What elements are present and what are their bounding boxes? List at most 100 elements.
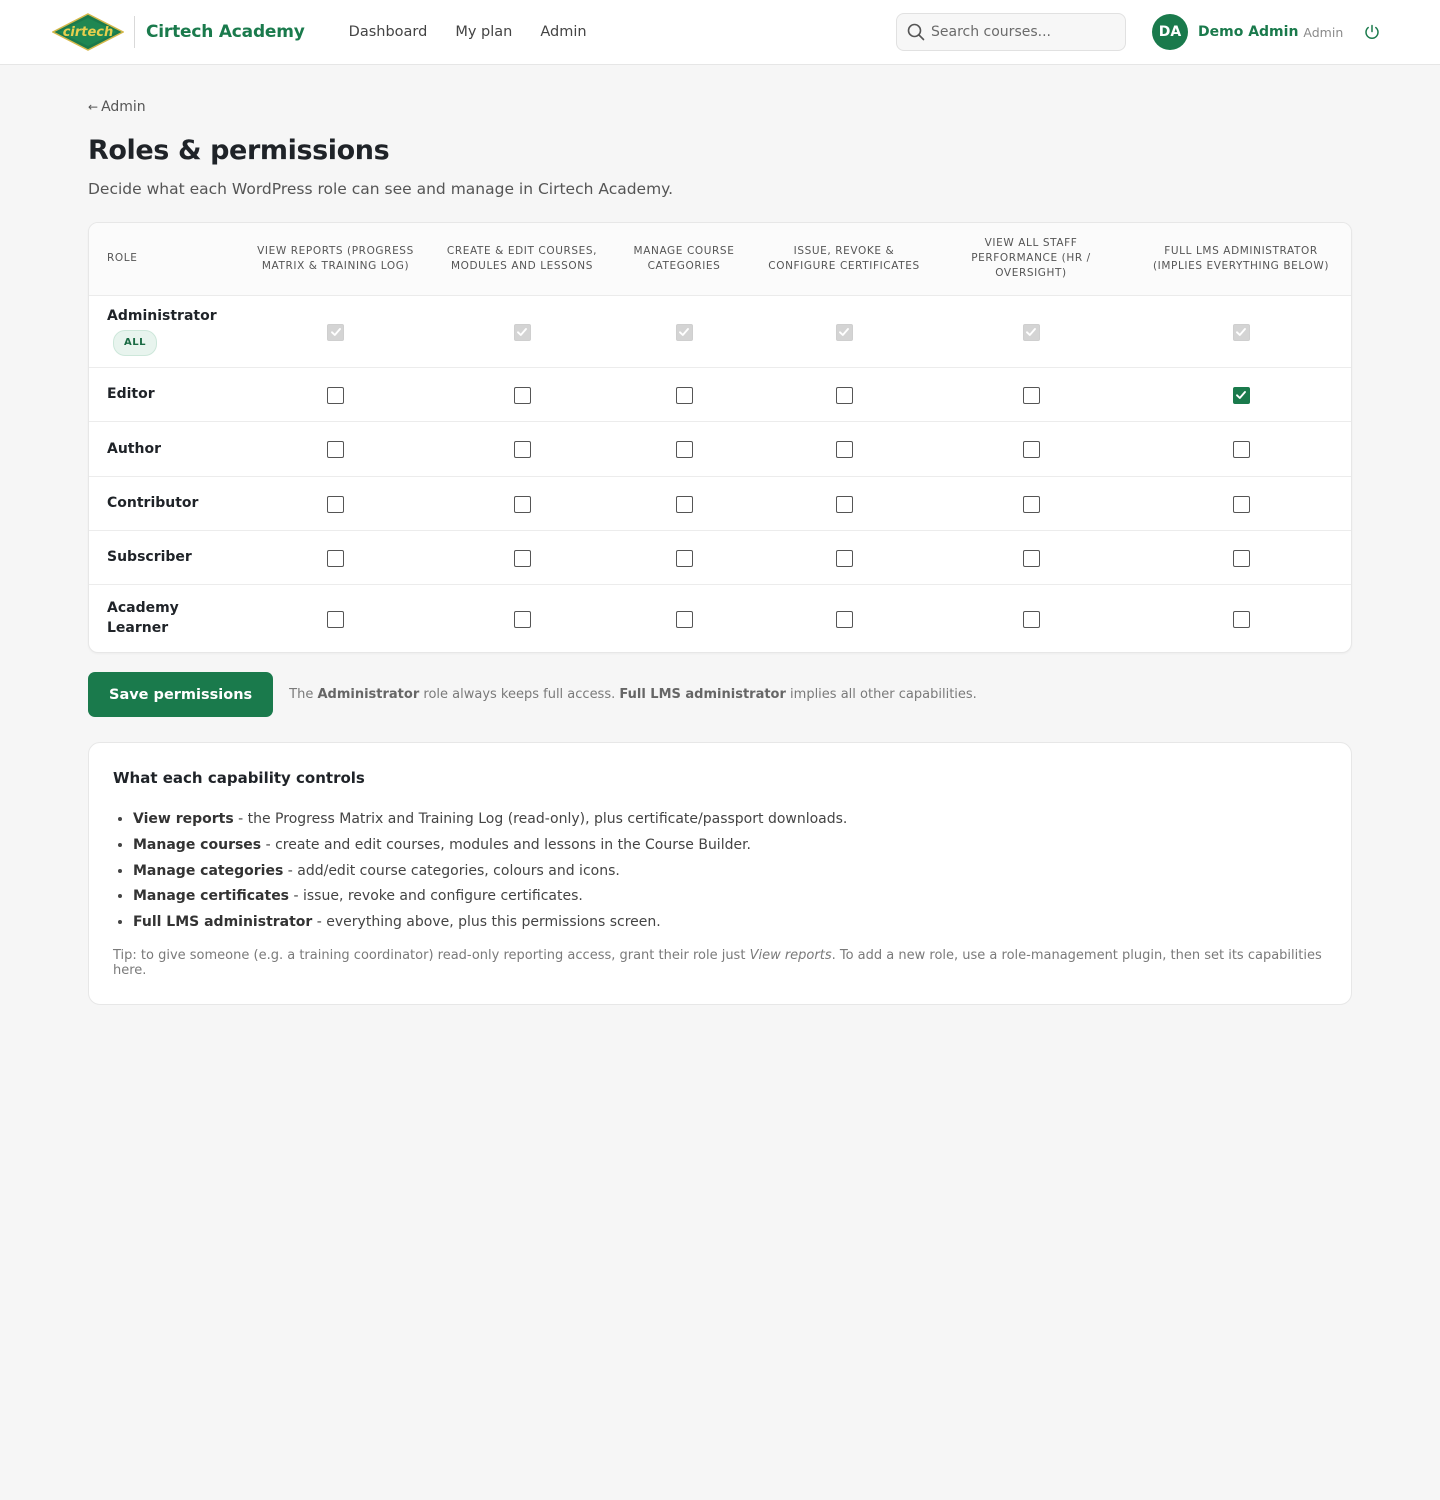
- permission-checkbox: [327, 323, 344, 341]
- column-header: Manage course categories: [611, 223, 757, 296]
- permission-checkbox[interactable]: [1232, 610, 1250, 628]
- table-row: Author: [89, 421, 1351, 477]
- permission-checkbox[interactable]: [835, 441, 853, 458]
- role-name: Subscriber: [107, 549, 192, 565]
- column-header: Issue, revoke & configure certificates: [757, 223, 931, 296]
- cirtech-logo[interactable]: cirtech: [52, 13, 124, 51]
- list-item: View reports - the Progress Matrix and T…: [133, 807, 1327, 833]
- table-body: Administrator ALL Editor Author Contributor S…: [89, 295, 1351, 652]
- permission-cell: [757, 421, 931, 477]
- permission-cell: [931, 367, 1131, 422]
- permission-checkbox[interactable]: [835, 610, 853, 628]
- permission-checkbox[interactable]: [675, 549, 693, 567]
- permission-checkbox[interactable]: [327, 549, 344, 567]
- permission-checkbox[interactable]: [513, 549, 531, 567]
- info-title: What each capability controls: [113, 769, 365, 787]
- permission-checkbox[interactable]: [675, 610, 693, 628]
- permission-checkbox[interactable]: [675, 386, 693, 404]
- table-row: Editor: [89, 367, 1351, 422]
- role-name: Editor: [107, 386, 155, 402]
- logout-power-icon[interactable]: [1363, 23, 1381, 41]
- permission-cell: [931, 584, 1131, 652]
- back-link[interactable]: ← Admin: [88, 99, 146, 115]
- permission-cell: [611, 367, 757, 422]
- permission-cell: [433, 295, 611, 368]
- permission-cell: [1131, 295, 1351, 368]
- nav-dashboard[interactable]: Dashboard: [349, 24, 428, 40]
- permission-cell: [611, 295, 757, 368]
- permission-checkbox[interactable]: [327, 386, 344, 404]
- permission-cell: [238, 530, 433, 585]
- save-note: The Administrator role always keeps full…: [289, 687, 977, 702]
- permissions-table-card: Role View reports (progress matrix & tra…: [88, 222, 1352, 653]
- permission-cell: [433, 421, 611, 477]
- user-menu[interactable]: DA Demo Admin Admin: [1152, 14, 1343, 50]
- list-item: Manage certificates - issue, revoke and …: [133, 884, 1327, 910]
- permission-checkbox[interactable]: [1022, 495, 1040, 513]
- brand-name[interactable]: Cirtech Academy: [146, 22, 305, 42]
- permission-cell: [433, 476, 611, 531]
- permission-checkbox[interactable]: [327, 495, 344, 513]
- permission-checkbox: [675, 323, 693, 341]
- permission-checkbox[interactable]: [327, 441, 344, 458]
- permission-checkbox[interactable]: [513, 441, 531, 458]
- permission-cell: [433, 367, 611, 422]
- permission-checkbox[interactable]: [1232, 495, 1250, 513]
- capability-list: View reports - the Progress Matrix and T…: [113, 807, 1327, 936]
- role-cell: Administrator ALL: [89, 295, 238, 368]
- permission-checkbox[interactable]: [513, 495, 531, 513]
- save-permissions-button[interactable]: Save permissions: [88, 672, 274, 717]
- permission-cell: [1131, 421, 1351, 477]
- permission-checkbox[interactable]: [1022, 549, 1040, 567]
- permission-checkbox[interactable]: [513, 610, 531, 628]
- role-cell: Contributor: [89, 476, 238, 531]
- nav-my-plan[interactable]: My plan: [455, 24, 512, 40]
- role-cell: Editor: [89, 367, 238, 422]
- avatar[interactable]: DA: [1152, 14, 1188, 50]
- permission-checkbox[interactable]: [835, 549, 853, 567]
- permission-checkbox[interactable]: [835, 386, 853, 404]
- permission-cell: [1131, 584, 1351, 652]
- main-nav: Dashboard My plan Admin: [349, 24, 615, 40]
- permission-checkbox[interactable]: [327, 610, 344, 628]
- permission-cell: [1131, 367, 1351, 422]
- table-row: Administrator ALL: [89, 295, 1351, 368]
- permission-checkbox[interactable]: [1232, 549, 1250, 567]
- back-label: Admin: [101, 99, 146, 115]
- permission-checkbox[interactable]: [1022, 386, 1040, 404]
- permission-cell: [1131, 476, 1351, 531]
- permission-cell: [1131, 530, 1351, 585]
- permission-checkbox[interactable]: [675, 441, 693, 458]
- permission-checkbox[interactable]: [1022, 610, 1040, 628]
- permission-cell: [611, 476, 757, 531]
- permission-checkbox[interactable]: [1022, 441, 1040, 458]
- permission-checkbox[interactable]: [835, 495, 853, 513]
- permission-cell: [433, 584, 611, 652]
- permission-cell: [238, 584, 433, 652]
- table-header-row: Role View reports (progress matrix & tra…: [89, 223, 1351, 296]
- permission-cell: [611, 530, 757, 585]
- top-bar: cirtech Cirtech Academy Dashboard My pla…: [0, 0, 1440, 65]
- permission-checkbox[interactable]: [1232, 386, 1250, 404]
- permission-cell: [238, 367, 433, 422]
- role-cell: Subscriber: [89, 530, 238, 585]
- permissions-table: Role View reports (progress matrix & tra…: [89, 223, 1351, 652]
- permission-checkbox[interactable]: [1232, 441, 1250, 458]
- table-row: Subscriber: [89, 530, 1351, 585]
- permission-checkbox[interactable]: [675, 495, 693, 513]
- permission-cell: [611, 421, 757, 477]
- permission-cell: [238, 476, 433, 531]
- permission-checkbox[interactable]: [513, 386, 531, 404]
- nav-admin[interactable]: Admin: [540, 24, 586, 40]
- role-name: Author: [107, 440, 161, 457]
- search-input[interactable]: [931, 24, 1111, 40]
- permission-cell: [757, 584, 931, 652]
- permission-checkbox: [1022, 323, 1040, 341]
- actions-bar: Save permissions The Administrator role …: [88, 672, 1352, 717]
- page-title: Roles & permissions: [88, 135, 390, 166]
- page-subtitle: Decide what each WordPress role can see …: [88, 180, 674, 198]
- back-arrow-icon: ←: [88, 100, 99, 114]
- permission-cell: [757, 367, 931, 422]
- logo-text: cirtech: [63, 25, 114, 40]
- list-item: Manage courses - create and edit courses…: [133, 833, 1327, 859]
